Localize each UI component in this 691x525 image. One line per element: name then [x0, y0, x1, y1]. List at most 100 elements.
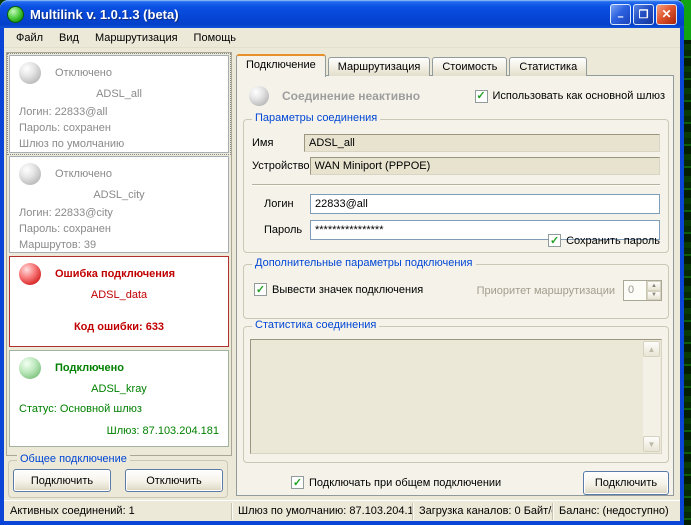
name-label: Имя [252, 137, 304, 149]
connection-password: Пароль: сохранен [19, 120, 219, 136]
device-label: Устройство [252, 160, 310, 172]
use-as-gateway-label: Использовать как основной шлюз [493, 90, 665, 102]
extra-params-title: Дополнительные параметры подключения [252, 257, 476, 269]
scroll-down-button[interactable]: ▼ [643, 436, 660, 452]
close-icon: ✕ [661, 7, 671, 21]
disconnect-all-button[interactable]: Отключить [125, 469, 223, 492]
tab-connection[interactable]: Подключение [236, 54, 326, 77]
arrow-down-icon: ▼ [651, 292, 657, 298]
connection-state-text: Соединение неактивно [282, 89, 462, 103]
common-connection-group-title: Общее подключение [17, 453, 130, 465]
connection-status: Отключено [55, 168, 112, 180]
connection-tab-page: Соединение неактивно ✓ Использовать как … [236, 75, 674, 496]
minimize-icon: – [617, 11, 623, 23]
menu-routing[interactable]: Маршрутизация [87, 30, 186, 46]
divider [252, 184, 660, 186]
tab-bar: Подключение Маршрутизация Стоимость Стат… [236, 55, 589, 76]
connection-routes: Маршрутов: 39 [19, 237, 219, 253]
connection-stats-group: Статистика соединения ▲ ▼ [243, 326, 669, 463]
menu-bar: Файл Вид Маршрутизация Помощь [4, 28, 680, 48]
main-area: Отключено ADSL_all Логин: 22833@all Паро… [4, 48, 680, 500]
connection-card-adsl-data[interactable]: Ошибка подключения ADSL_data Код ошибки:… [9, 256, 229, 347]
statusbar-default-gateway: Шлюз по умолчанию: 87.103.204.181 [232, 503, 413, 520]
tab-routing[interactable]: Маршрутизация [328, 57, 431, 76]
maximize-icon: ❒ [639, 8, 649, 21]
connection-card-adsl-kray[interactable]: Подключено ADSL_kray Статус: Основной шл… [9, 350, 229, 447]
scroll-up-button[interactable]: ▲ [643, 341, 660, 357]
status-sphere-gray-icon [19, 62, 41, 84]
connection-gateway-note: Шлюз по умолчанию [19, 136, 219, 152]
connection-params-group: Параметры соединения Имя Устройство [243, 119, 669, 253]
login-input[interactable] [310, 194, 660, 214]
connect-on-common-label: Подключать при общем подключении [309, 477, 501, 489]
connection-login: Логин: 22833@city [19, 205, 219, 221]
connection-list: Отключено ADSL_all Логин: 22833@all Паро… [6, 52, 232, 456]
connection-login: Логин: 22833@all [19, 104, 219, 120]
menu-help[interactable]: Помощь [186, 30, 245, 46]
arrow-up-icon: ▲ [651, 283, 657, 289]
spinner-up-button[interactable]: ▲ [647, 281, 661, 291]
statusbar-channel-load: Загрузка каналов: 0 Байт/с [413, 503, 553, 520]
connection-name: ADSL_data [19, 289, 219, 301]
menu-file[interactable]: Файл [8, 30, 51, 46]
arrow-up-icon: ▲ [648, 345, 656, 354]
menu-view[interactable]: Вид [51, 30, 87, 46]
connection-stats-title: Статистика соединения [252, 319, 379, 331]
tab-control: Подключение Маршрутизация Стоимость Стат… [236, 52, 676, 496]
checkmark-icon: ✓ [548, 234, 561, 247]
status-sphere-green-icon [19, 357, 41, 379]
show-tray-icon-label: Вывести значек подключения [272, 284, 423, 296]
connection-stats-area: ▲ ▼ [250, 339, 662, 454]
window-title: Multilink v. 1.0.1.3 (beta) [30, 7, 604, 22]
connection-gateway-ip: Шлюз: 87.103.204.181 [19, 423, 219, 439]
connection-state-sphere-icon [249, 86, 269, 106]
connection-name: ADSL_all [19, 88, 219, 100]
connection-name: ADSL_city [19, 189, 219, 201]
connection-status: Отключено [55, 67, 112, 79]
app-icon [7, 6, 24, 23]
window-body: Файл Вид Маршрутизация Помощь Отключено … [4, 28, 680, 521]
error-code: Код ошибки: 633 [19, 319, 219, 335]
tab-cost[interactable]: Стоимость [432, 57, 507, 76]
connection-card-adsl-city[interactable]: Отключено ADSL_city Логин: 22833@city Па… [9, 156, 229, 253]
connect-all-button[interactable]: Подключить [13, 469, 111, 492]
password-label: Пароль [264, 224, 310, 236]
desktop-background: Multilink v. 1.0.1.3 (beta) – ❒ ✕ Файл В… [0, 0, 691, 525]
checkmark-icon: ✓ [475, 90, 488, 103]
common-connection-group: Общее подключение Подключить Отключить [8, 460, 228, 498]
connection-gateway-status: Статус: Основной шлюз [19, 401, 219, 417]
connection-status: Подключено [55, 362, 124, 374]
extra-params-group: Дополнительные параметры подключения ✓ В… [243, 264, 669, 319]
connect-on-common-checkbox[interactable]: ✓ Подключать при общем подключении [291, 476, 501, 489]
title-bar[interactable]: Multilink v. 1.0.1.3 (beta) – ❒ ✕ [0, 0, 684, 28]
connection-card-adsl-all[interactable]: Отключено ADSL_all Логин: 22833@all Паро… [9, 55, 229, 153]
checkmark-icon: ✓ [291, 476, 304, 489]
arrow-down-icon: ▼ [648, 440, 656, 449]
connect-button[interactable]: Подключить [583, 471, 669, 495]
connection-name: ADSL_kray [19, 383, 219, 395]
multilink-window: Multilink v. 1.0.1.3 (beta) – ❒ ✕ Файл В… [0, 0, 684, 525]
device-field [310, 157, 660, 175]
stats-scrollbar[interactable]: ▲ ▼ [643, 341, 660, 452]
minimize-button[interactable]: – [610, 4, 631, 25]
status-sphere-gray-icon [19, 163, 41, 185]
status-sphere-red-icon [19, 263, 41, 285]
spinner-down-button[interactable]: ▼ [647, 291, 661, 301]
show-tray-icon-checkbox[interactable]: ✓ Вывести значек подключения [254, 283, 423, 296]
connection-status: Ошибка подключения [55, 268, 175, 280]
connection-params-title: Параметры соединения [252, 112, 380, 124]
routing-priority-value: 0 [624, 281, 646, 300]
use-as-gateway-checkbox[interactable]: ✓ Использовать как основной шлюз [475, 90, 665, 103]
close-button[interactable]: ✕ [656, 4, 677, 25]
tab-statistics[interactable]: Статистика [509, 57, 587, 76]
maximize-button[interactable]: ❒ [633, 4, 654, 25]
routing-priority-label: Приоритет маршрутизации [477, 285, 615, 297]
save-password-checkbox[interactable]: ✓ Сохранить пароль [548, 234, 660, 247]
tab-bottom-row: ✓ Подключать при общем подключении Подкл… [237, 470, 673, 500]
connection-password: Пароль: сохранен [19, 221, 219, 237]
routing-priority-spinner: 0 ▲ ▼ [623, 280, 662, 301]
statusbar-balance: Баланс: (недоступно) [553, 503, 680, 520]
statusbar-active-connections: Активных соединений: 1 [4, 503, 232, 520]
checkmark-icon: ✓ [254, 283, 267, 296]
status-bar: Активных соединений: 1 Шлюз по умолчанию… [4, 500, 680, 521]
